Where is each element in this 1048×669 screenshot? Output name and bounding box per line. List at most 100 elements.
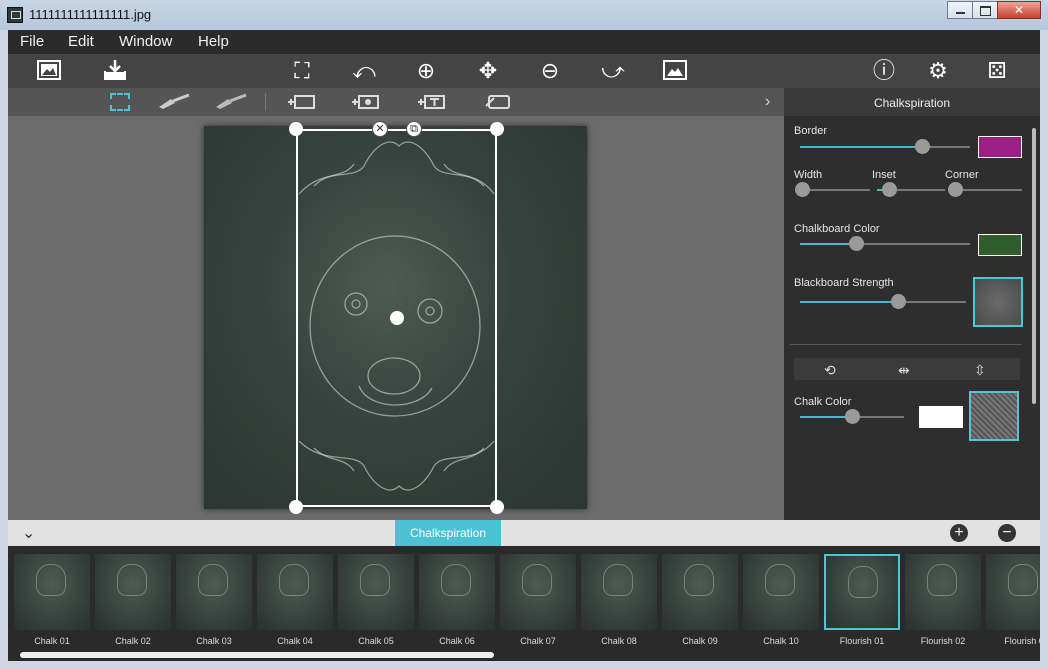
redo-icon: ⤻: [601, 58, 625, 83]
menu-window[interactable]: Window: [119, 33, 172, 50]
add-text-layer-button[interactable]: [416, 93, 446, 111]
orientation-tools: ⟲ ⇹ ⇳: [794, 358, 1020, 380]
panel-header: Chalkspiration: [784, 88, 1040, 116]
chalkboard-color-swatch[interactable]: [978, 234, 1022, 256]
preset-caption: Chalk 10: [763, 636, 799, 646]
blackboard-strength-slider[interactable]: [800, 294, 966, 309]
preset-thumbnail[interactable]: [95, 554, 171, 630]
maximize-button[interactable]: [972, 1, 998, 19]
add-text-icon: [418, 95, 445, 109]
corner-label: Corner: [945, 169, 979, 181]
expand-panel-button[interactable]: ›: [765, 93, 777, 111]
border-slider-knob[interactable]: [915, 139, 931, 154]
minimize-button[interactable]: [947, 1, 973, 19]
corner-slider-knob[interactable]: [948, 182, 963, 197]
border-slider-fill: [800, 146, 923, 148]
fit-image-button[interactable]: [662, 58, 688, 84]
selection-handle-bottom-right[interactable]: [490, 500, 504, 514]
corner-slider[interactable]: [948, 182, 1022, 197]
open-image-button[interactable]: [36, 58, 62, 84]
border-color-swatch[interactable]: [978, 136, 1022, 158]
preset-caption: Chalk 04: [277, 636, 313, 646]
window-controls: ✕: [947, 1, 1041, 19]
preset-strip-header: ⌄ Chalkspiration + −: [8, 520, 1040, 546]
menu-help[interactable]: Help: [198, 33, 229, 50]
preset-thumbnail[interactable]: [257, 554, 333, 630]
move-button[interactable]: ✥: [475, 58, 501, 84]
preset-thumbnail[interactable]: [338, 554, 414, 630]
preset-caption: Chalk 09: [682, 636, 718, 646]
add-preset-button[interactable]: +: [950, 524, 968, 542]
inset-slider-knob[interactable]: [882, 182, 898, 197]
brush-add-button[interactable]: [157, 93, 193, 111]
width-slider[interactable]: [795, 182, 870, 197]
add-mask-layer-button[interactable]: [482, 93, 512, 111]
settings-button[interactable]: ⚙: [925, 58, 951, 84]
menu-file[interactable]: File: [20, 33, 44, 50]
menu-edit[interactable]: Edit: [68, 33, 94, 50]
selection-handle-bottom-left[interactable]: [289, 500, 303, 514]
panel-title: Chalkspiration: [873, 96, 951, 110]
zoom-in-icon: ⊕: [416, 58, 436, 83]
zoom-in-button[interactable]: ⊕: [413, 58, 439, 84]
preset-thumbnail[interactable]: [662, 554, 738, 630]
border-slider[interactable]: [800, 139, 970, 154]
preset-thumbnail[interactable]: [419, 554, 495, 630]
chalk-color-label: Chalk Color: [794, 396, 852, 408]
duplicate-selection-button[interactable]: ⧉: [406, 121, 422, 137]
preset-thumbnail[interactable]: [500, 554, 576, 630]
brush-remove-button[interactable]: [214, 93, 250, 111]
chalk-color-swatch[interactable]: [919, 406, 963, 428]
preset-thumbnail[interactable]: [905, 554, 981, 630]
flip-horizontal-icon: ⇹: [898, 362, 910, 378]
chalk-color-slider-knob[interactable]: [845, 409, 860, 424]
collapse-strip-button[interactable]: ⌄: [22, 523, 35, 543]
blackboard-strength-slider-knob[interactable]: [890, 294, 906, 309]
selection-handle-top-left[interactable]: [289, 122, 303, 136]
redo-button[interactable]: ⤻: [600, 58, 626, 84]
add-image-layer-button[interactable]: [286, 93, 316, 111]
preset-caption: Chalk 06: [439, 636, 475, 646]
copy-icon: ⧉: [410, 123, 418, 135]
add-burst-icon: [352, 95, 379, 109]
selection-handle-top-right[interactable]: [490, 122, 504, 136]
save-button[interactable]: [102, 58, 128, 84]
preset-strip-scrollbar[interactable]: [20, 652, 494, 658]
randomize-button[interactable]: ⚄: [984, 58, 1010, 84]
chalk-texture-thumbnail[interactable]: [969, 391, 1019, 441]
flip-vertical-icon: ⇳: [974, 362, 986, 378]
rotate-left-button[interactable]: ⤺: [351, 58, 377, 84]
width-slider-knob[interactable]: [795, 182, 810, 197]
chalkboard-color-slider-knob[interactable]: [849, 236, 865, 251]
remove-preset-button[interactable]: −: [998, 524, 1016, 542]
zoom-out-button[interactable]: ⊖: [537, 58, 563, 84]
delete-selection-button[interactable]: ✕: [372, 121, 388, 137]
info-button[interactable]: ⓘ: [871, 58, 897, 84]
preset-caption: Flourish 01: [839, 636, 885, 646]
preset-thumbnail[interactable]: [581, 554, 657, 630]
preset-caption: Flourish 0: [1004, 636, 1040, 646]
preset-strip: Chalk 01 Chalk 02 Chalk 03 Chalk 04 Chalk 05…: [8, 546, 1040, 661]
close-button[interactable]: ✕: [997, 1, 1041, 19]
inset-slider[interactable]: [877, 182, 945, 197]
panel-scrollbar[interactable]: [1032, 128, 1036, 404]
chalkboard-color-slider[interactable]: [800, 236, 970, 251]
preset-thumbnail[interactable]: [986, 554, 1040, 630]
blackboard-texture-thumbnail[interactable]: [973, 277, 1023, 327]
preset-thumbnail[interactable]: [824, 554, 900, 630]
crop-button[interactable]: ⛶: [289, 58, 315, 84]
zoom-out-icon: ⊖: [540, 58, 560, 83]
add-shape-layer-button[interactable]: [350, 93, 380, 111]
selection-center-handle[interactable]: [390, 311, 404, 325]
crop-icon: ⛶: [294, 58, 310, 83]
chalk-color-slider[interactable]: [800, 409, 904, 424]
tab-chalkspiration[interactable]: Chalkspiration: [395, 520, 501, 546]
preset-thumbnail[interactable]: [14, 554, 90, 630]
selection-toolbar: ›: [8, 88, 784, 116]
preset-thumbnail[interactable]: [743, 554, 819, 630]
select-rect-button[interactable]: [110, 93, 130, 111]
preset-caption: Chalk 03: [196, 636, 232, 646]
preset-thumbnail[interactable]: [176, 554, 252, 630]
plus-icon: +: [954, 524, 964, 541]
border-label: Border: [794, 125, 828, 137]
